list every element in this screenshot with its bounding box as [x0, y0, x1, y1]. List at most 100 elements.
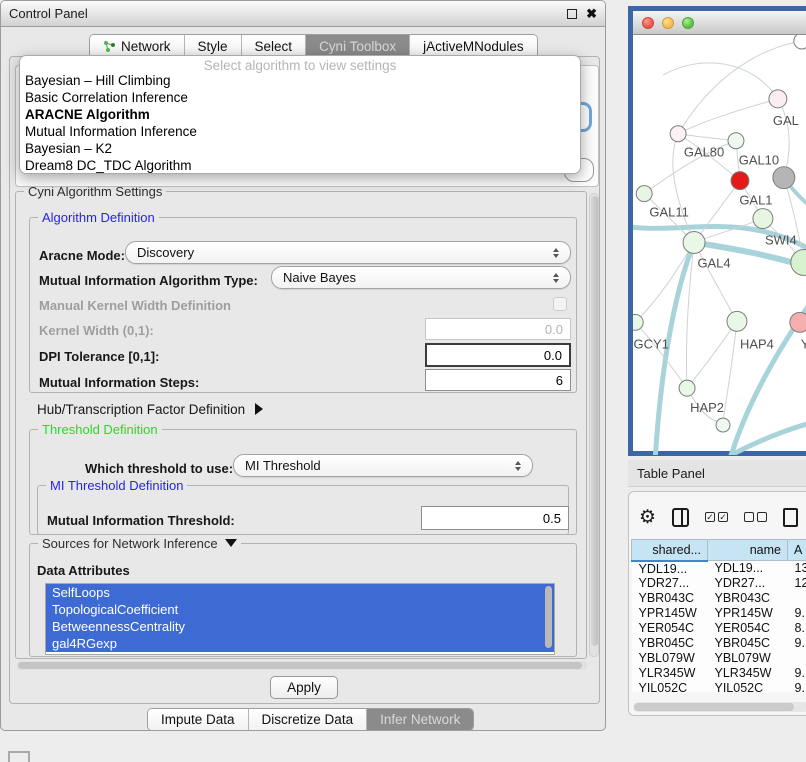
tab-discretize-data[interactable]: Discretize Data — [249, 709, 368, 730]
node-partial-bottom[interactable] — [716, 418, 730, 432]
node-selected-red[interactable] — [731, 172, 749, 190]
app-root: Control Panel ✖ Network Style — [0, 0, 806, 762]
table-row[interactable]: YBL079WYBL079W — [632, 651, 806, 666]
group-title: MI Threshold Definition — [46, 478, 187, 493]
column-header[interactable]: A — [788, 540, 806, 561]
node-gal4[interactable] — [683, 232, 705, 254]
mi-algorithm-type-select[interactable]: Naive Bayes — [271, 266, 571, 289]
which-threshold-select[interactable]: MI Threshold — [233, 454, 533, 477]
table-horizontal-scrollbar[interactable] — [633, 702, 806, 712]
node-salmon[interactable] — [790, 312, 806, 332]
expanded-arrow-icon — [225, 539, 237, 547]
table-panel-title: Table Panel — [628, 466, 705, 481]
mi-steps-input[interactable] — [425, 369, 571, 391]
node-gal10[interactable] — [728, 133, 744, 149]
settings-vertical-scrollbar[interactable] — [589, 193, 599, 657]
aracne-mode-select[interactable]: Discovery — [125, 241, 571, 264]
network-canvas[interactable]: GAL GAL80 GAL10 GAL1 GAL11 SWI4 GAL4 GCY… — [633, 35, 806, 455]
table-row[interactable]: YBR043CYBR043C — [632, 591, 806, 606]
kernel-width-input[interactable] — [425, 318, 571, 340]
settings-horizontal-scrollbar[interactable] — [17, 661, 587, 670]
node-unlabeled[interactable] — [794, 35, 806, 49]
list-item[interactable]: gal4RGexp — [46, 635, 554, 652]
tab-infer-network[interactable]: Infer Network — [367, 709, 473, 730]
group-title: Algorithm Definition — [38, 210, 159, 225]
list-item[interactable]: TopologicalCoefficient — [46, 601, 554, 618]
stepper-icon — [515, 461, 521, 471]
node-label: GAL4 — [697, 255, 730, 270]
node-swi4[interactable] — [791, 249, 806, 275]
stepper-icon — [553, 248, 559, 258]
node-label: GAL10 — [739, 153, 779, 168]
close-icon[interactable]: ✖ — [586, 7, 597, 20]
sources-toggle[interactable]: Sources for Network Inference — [38, 536, 241, 551]
table-panel-header[interactable]: Table Panel — [628, 460, 806, 487]
dpi-tolerance-label: DPI Tolerance [0,1]: — [39, 349, 159, 364]
network-view-window: GAL GAL80 GAL10 GAL1 GAL11 SWI4 GAL4 GCY… — [628, 6, 806, 456]
which-threshold-value: MI Threshold — [245, 458, 321, 473]
popup-prompt: Select algorithm to view settings — [20, 56, 580, 72]
table-row[interactable]: YIL052CYIL052C9. — [632, 681, 806, 693]
aracne-mode-label: Aracne Mode: — [39, 248, 125, 263]
column-header[interactable]: shared... — [632, 540, 708, 561]
node-gal11[interactable] — [636, 186, 652, 202]
mi-threshold-input[interactable] — [421, 506, 569, 530]
table-row[interactable]: YBR045CYBR045C9. — [632, 636, 806, 651]
scrollbar-thumb[interactable] — [18, 662, 582, 669]
popup-item-mutual-information[interactable]: Mutual Information Inference — [20, 123, 580, 140]
table-row[interactable]: YER054CYER054C8. — [632, 621, 806, 636]
node-hap4[interactable] — [727, 311, 747, 331]
hub-section-label: Hub/Transcription Factor Definition — [37, 402, 245, 417]
table-row[interactable]: YDR27...YDR27...12 — [632, 576, 806, 591]
list-scrollbar[interactable] — [545, 586, 552, 648]
mac-minimize-button[interactable] — [662, 17, 674, 29]
node-gal80[interactable] — [670, 126, 686, 142]
manual-kernel-label: Manual Kernel Width Definition — [39, 298, 231, 313]
table-row[interactable]: YPR145WYPR145W9. — [632, 606, 806, 621]
scrollbar-thumb[interactable] — [634, 703, 794, 711]
table-row[interactable]: YDL19...YDL19...13 — [632, 561, 806, 576]
node-label: GAL1 — [739, 193, 772, 208]
popup-item-basic-correlation[interactable]: Basic Correlation Inference — [20, 89, 580, 106]
tab-impute-data[interactable]: Impute Data — [148, 709, 249, 730]
hub-section-toggle[interactable]: Hub/Transcription Factor Definition — [37, 402, 263, 417]
popup-item-bayesian-hill-climbing[interactable]: Bayesian – Hill Climbing — [20, 72, 580, 89]
manual-kernel-checkbox[interactable] — [553, 297, 567, 311]
node-hap2[interactable] — [679, 380, 695, 396]
node-label: GAL — [773, 113, 799, 128]
apply-button[interactable]: Apply — [270, 676, 338, 699]
column-header[interactable]: name — [708, 540, 788, 561]
list-item[interactable]: SelfLoops — [46, 584, 554, 601]
bottom-tab-bar: Impute Data Discretize Data Infer Networ… — [147, 708, 474, 731]
network-window-titlebar[interactable] — [633, 11, 806, 35]
node-gal1[interactable] — [753, 209, 773, 229]
tab-label: jActiveMNodules — [423, 39, 524, 54]
window-title: Control Panel — [1, 6, 88, 21]
node-label: SWI4 — [765, 233, 797, 248]
collapsed-arrow-icon — [255, 403, 263, 415]
tab-label: Cyni Toolbox — [319, 39, 396, 54]
node-label: GCY1 — [634, 336, 669, 351]
mac-close-button[interactable] — [642, 17, 654, 29]
table-row[interactable]: YLR345WYLR345W9. — [632, 666, 806, 681]
tab-label: Network — [121, 39, 171, 54]
mac-zoom-button[interactable] — [682, 17, 694, 29]
control-panel-titlebar[interactable]: Control Panel ✖ — [1, 1, 605, 27]
tab-label: Select — [255, 39, 293, 54]
stepper-icon — [553, 273, 559, 283]
scrollbar-thumb[interactable] — [591, 196, 598, 646]
node-gray[interactable] — [773, 167, 795, 189]
data-attributes-label: Data Attributes — [37, 563, 130, 578]
node-gcy1[interactable] — [633, 314, 643, 330]
collapsed-panel-icon[interactable] — [8, 751, 30, 762]
popup-item-bayesian-k2[interactable]: Bayesian – K2 — [20, 140, 580, 157]
node-gal-partial[interactable] — [769, 90, 787, 108]
popup-item-aracne[interactable]: ARACNE Algorithm — [20, 106, 580, 123]
float-window-icon[interactable] — [567, 9, 577, 19]
popup-item-dream8[interactable]: Dream8 DC_TDC Algorithm — [20, 157, 580, 174]
group-title: Threshold Definition — [38, 422, 162, 437]
dpi-tolerance-input[interactable] — [425, 343, 571, 367]
data-attributes-list[interactable]: SelfLoops TopologicalCoefficient Between… — [45, 583, 555, 655]
algorithm-dropdown-popup: Select algorithm to view settings Bayesi… — [19, 55, 581, 174]
list-item[interactable]: BetweennessCentrality — [46, 618, 554, 635]
